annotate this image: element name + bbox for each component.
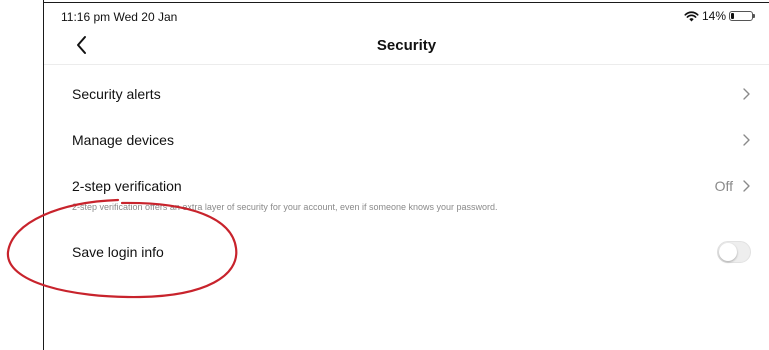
battery-icon	[729, 11, 755, 21]
status-bar-indicators: 14%	[684, 9, 755, 23]
wifi-icon	[684, 10, 699, 22]
device-frame-corner	[43, 2, 49, 5]
two-step-verification-description: 2-step verification offers an extra laye…	[72, 202, 498, 212]
two-step-verification-status: Off	[714, 178, 733, 194]
navigation-bar: Security	[44, 28, 769, 65]
chevron-right-icon	[743, 88, 750, 100]
security-alerts-row[interactable]: Security alerts	[44, 82, 769, 106]
chevron-right-icon	[743, 180, 750, 192]
security-alerts-label: Security alerts	[72, 86, 161, 102]
save-login-info-row: Save login info	[44, 240, 769, 264]
manage-devices-row[interactable]: Manage devices	[44, 128, 769, 152]
save-login-info-label: Save login info	[72, 244, 164, 260]
save-login-info-toggle[interactable]	[717, 241, 751, 263]
device-frame-top-edge	[43, 2, 769, 3]
two-step-verification-row[interactable]: 2-step verification Off	[44, 174, 769, 198]
battery-percentage: 14%	[701, 9, 726, 23]
manage-devices-label: Manage devices	[72, 132, 174, 148]
battery-level-fill	[731, 13, 734, 19]
toggle-knob	[719, 243, 737, 261]
status-bar-time: 11:16 pm Wed 20 Jan	[61, 10, 178, 24]
chevron-right-icon	[743, 134, 750, 146]
two-step-verification-label: 2-step verification	[72, 178, 182, 194]
page-title: Security	[376, 37, 437, 54]
